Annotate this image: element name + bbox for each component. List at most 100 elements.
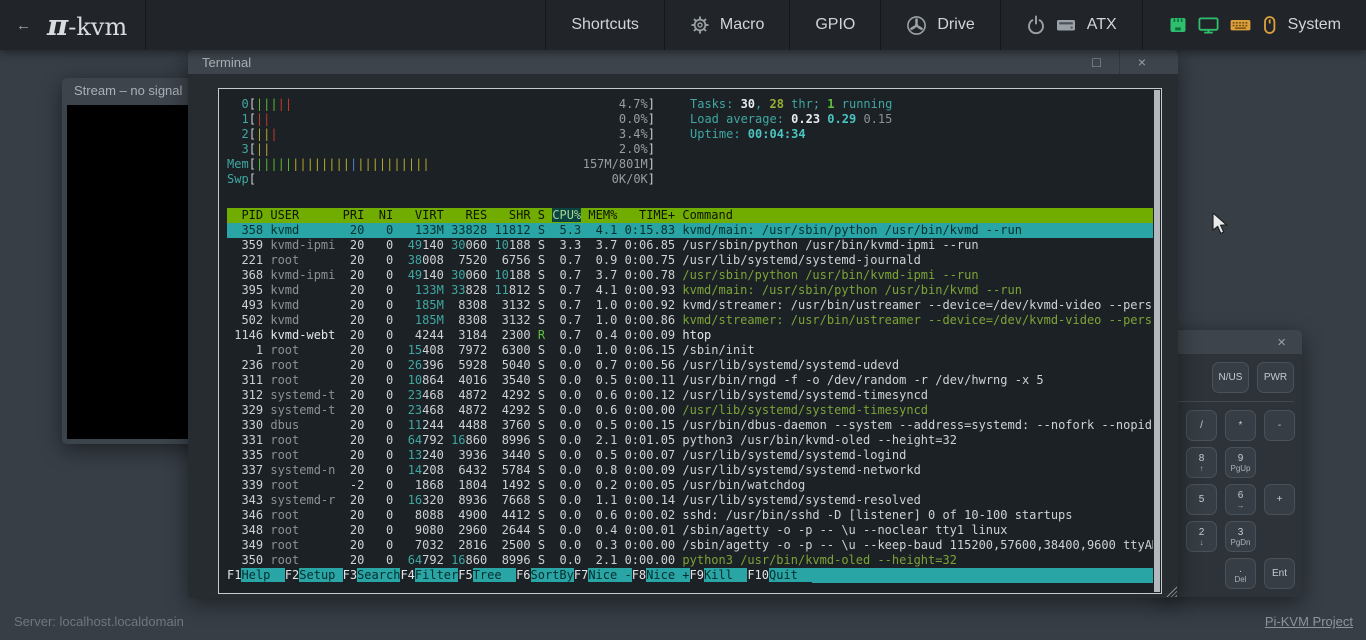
process-row-335[interactable]: 335 root 20 0 13240 3936 3440 S 0.0 0.5 …	[227, 448, 1153, 463]
nav-item-shortcuts[interactable]: Shortcuts	[545, 0, 664, 50]
keypad-key-divide[interactable]: /	[1186, 410, 1217, 441]
process-row-368[interactable]: 368 kvmd-ipmi 20 0 49140 30060 10188 S 0…	[227, 268, 1153, 283]
nav-label: Drive	[937, 16, 974, 34]
fnkey-f4[interactable]: F4Filter	[400, 568, 458, 583]
mouse-icon	[1261, 15, 1278, 35]
close-icon[interactable]: ×	[1119, 50, 1164, 74]
logo-rest: -kvm	[68, 13, 127, 41]
fnkey-f10[interactable]: F10Quit	[747, 568, 812, 583]
nav-item-gpio[interactable]: GPIO	[789, 0, 880, 50]
process-row-395[interactable]: 395 kvmd 20 0 133M 33828 11812 S 0.7 4.1…	[227, 283, 1153, 298]
process-row-337[interactable]: 337 systemd-n 20 0 14208 6432 5784 S 0.0…	[227, 463, 1153, 478]
process-row-502[interactable]: 502 kvmd 20 0 185M 8308 3132 S 0.7 1.0 0…	[227, 313, 1153, 328]
process-row-350[interactable]: 350 root 20 0 64792 16860 8996 S 0.0 2.1…	[227, 553, 1153, 568]
maximize-icon[interactable]: □	[1074, 50, 1119, 74]
process-row-331[interactable]: 331 root 20 0 64792 16860 8996 S 0.0 2.1…	[227, 433, 1153, 448]
process-row-312[interactable]: 312 systemd-t 20 0 23468 4872 4292 S 0.0…	[227, 388, 1153, 403]
keyboard-icon	[1229, 15, 1252, 35]
mouse-cursor-icon	[1212, 213, 1232, 240]
meter-swp: Swp[0K/0K]	[227, 172, 655, 187]
terminal-screen[interactable]: 0[|||||4.7%] 1[||0.0%] 2[|||3.4%] 3[||2.…	[218, 88, 1162, 594]
process-row-330[interactable]: 330 dbus 20 0 11244 4488 3760 S 0.0 0.5 …	[227, 418, 1153, 433]
resize-grip-icon[interactable]	[1166, 586, 1177, 597]
keypad-key-plus[interactable]: +	[1264, 484, 1295, 515]
keypad-window: × N/US PWR / *- 8↑ 9PgUp 5 6→ +2↓ 3PgDn .Del Ent	[1160, 330, 1302, 597]
process-row-1146[interactable]: 1146 kvmd-webt 20 0 4244 3184 2300 R 0.7…	[227, 328, 1153, 343]
keypad-grid: / *- 8↑ 9PgUp 5 6→ +2↓ 3PgDn .Del Ent	[1186, 410, 1296, 589]
ethernet-icon	[1168, 15, 1188, 35]
process-row-1[interactable]: 1 root 20 0 15408 7972 6300 S 0.0 1.0 0:…	[227, 343, 1153, 358]
process-row-359[interactable]: 359 kvmd-ipmi 20 0 49140 30060 10188 S 3…	[227, 238, 1153, 253]
fnkey-f5[interactable]: F5Tree	[458, 568, 516, 583]
nav-label: GPIO	[815, 16, 855, 34]
meter-mem: Mem[||||||||||||||||||||||||157M/801M]	[227, 157, 655, 172]
process-row-343[interactable]: 343 systemd-r 20 0 16320 8936 7668 S 0.0…	[227, 493, 1153, 508]
monitor-icon	[1197, 15, 1220, 35]
fnkey-f9[interactable]: F9Kill	[690, 568, 748, 583]
close-icon[interactable]: ×	[1273, 334, 1290, 351]
pikvm-logo[interactable]: π-kvm	[47, 8, 127, 42]
meter-2: 2[|||3.4%]	[227, 127, 655, 142]
htop-info: Tasks: 30, 28 thr; 1 runningLoad average…	[690, 97, 892, 142]
keypad-key-multiply[interactable]: *	[1225, 410, 1256, 441]
htop-load-average: Load average: 0.23 0.29 0.15	[690, 112, 892, 127]
keypad-key-2[interactable]: 2↓	[1186, 521, 1217, 552]
keypad-key-8[interactable]: 8↑	[1186, 447, 1217, 478]
logo-pi: π	[47, 8, 68, 42]
htop-tasks: Tasks: 30, 28 thr; 1 running	[690, 97, 892, 112]
keypad-key-nus[interactable]: N/US	[1212, 362, 1249, 393]
fnkey-f8[interactable]: F8Nice +	[632, 568, 690, 583]
fnkey-f7[interactable]: F7Nice -	[574, 568, 632, 583]
keypad-key-9[interactable]: 9PgUp	[1225, 447, 1256, 478]
nav-item-atx[interactable]: ATX	[1000, 0, 1142, 50]
process-row-236[interactable]: 236 root 20 0 26396 5928 5040 S 0.0 0.7 …	[227, 358, 1153, 373]
keypad-top-row: N/US PWR	[1186, 360, 1296, 401]
nav-label: Shortcuts	[571, 16, 639, 34]
nav-item-drive[interactable]: Drive	[880, 0, 999, 50]
back-arrow-icon[interactable]: ←	[16, 17, 31, 34]
fan-icon	[906, 15, 927, 36]
logo-section: ← π-kvm	[0, 0, 146, 50]
stream-title: Stream – no signal	[74, 83, 182, 98]
process-row-339[interactable]: 339 root -2 0 1868 1804 1492 S 0.0 0.2 0…	[227, 478, 1153, 493]
keypad-key-dot[interactable]: .Del	[1225, 558, 1256, 589]
keypad-key-pwr[interactable]: PWR	[1257, 362, 1294, 393]
nav-label: ATX	[1087, 16, 1117, 34]
nav-menu: Shortcuts Macro GPIO	[545, 0, 1366, 50]
keypad-titlebar[interactable]: ×	[1160, 330, 1302, 354]
htop-meters: 0[|||||4.7%] 1[||0.0%] 2[|||3.4%] 3[||2.…	[227, 97, 655, 187]
function-key-bar: F1Help F2Setup F3SearchF4FilterF5Tree F6…	[227, 568, 1153, 583]
keypad-key-5[interactable]: 5	[1186, 484, 1217, 515]
terminal-scrollbar[interactable]	[1154, 90, 1160, 592]
process-table-header[interactable]: PID USER PRI NI VIRT RES SHR S CPU% MEM%…	[227, 208, 1153, 223]
process-row-329[interactable]: 329 systemd-t 20 0 23468 4872 4292 S 0.0…	[227, 403, 1153, 418]
process-row-358[interactable]: 358 kvmd 20 0 133M 33828 11812 S 5.3 4.1…	[227, 223, 1153, 238]
fnkey-f6[interactable]: F6SortBy	[516, 568, 574, 583]
fnkey-f2[interactable]: F2Setup	[285, 568, 343, 583]
terminal-titlebar[interactable]: Terminal □ ×	[188, 50, 1178, 74]
power-icon	[1026, 15, 1046, 35]
keypad-key-6[interactable]: 6→	[1225, 484, 1256, 515]
nav-item-macro[interactable]: Macro	[664, 0, 789, 50]
pikvm-project-link[interactable]: Pi-KVM Project	[1265, 614, 1353, 629]
top-navbar: ← π-kvm Shortcuts Macro	[0, 0, 1366, 50]
process-row-311[interactable]: 311 root 20 0 10864 4016 3540 S 0.0 0.5 …	[227, 373, 1153, 388]
process-row-346[interactable]: 346 root 20 0 8088 4900 4412 S 0.0 0.6 0…	[227, 508, 1153, 523]
keypad-divider	[1170, 401, 1294, 402]
gear-icon	[690, 15, 710, 35]
keypad-key-ent[interactable]: Ent	[1264, 558, 1295, 589]
process-row-348[interactable]: 348 root 20 0 9080 2960 2644 S 0.0 0.4 0…	[227, 523, 1153, 538]
terminal-window: Terminal □ × 0[|||||4.7%] 1[||0.0%] 2[||…	[188, 50, 1178, 598]
process-table: 358 kvmd 20 0 133M 33828 11812 S 5.3 4.1…	[227, 223, 1153, 568]
keypad-key-minus[interactable]: -	[1264, 410, 1295, 441]
server-label: Server: localhost.localdomain	[14, 614, 184, 629]
terminal-title: Terminal	[202, 55, 251, 70]
fnbar-fill	[812, 568, 1153, 583]
fnkey-f1[interactable]: F1Help	[227, 568, 285, 583]
nav-item-system[interactable]: System	[1142, 0, 1366, 50]
process-row-349[interactable]: 349 root 20 0 7032 2816 2500 S 0.0 0.3 0…	[227, 538, 1153, 553]
fnkey-f3[interactable]: F3Search	[343, 568, 401, 583]
process-row-493[interactable]: 493 kvmd 20 0 185M 8308 3132 S 0.7 1.0 0…	[227, 298, 1153, 313]
keypad-key-3[interactable]: 3PgDn	[1225, 521, 1256, 552]
process-row-221[interactable]: 221 root 20 0 38008 7520 6756 S 0.7 0.9 …	[227, 253, 1153, 268]
